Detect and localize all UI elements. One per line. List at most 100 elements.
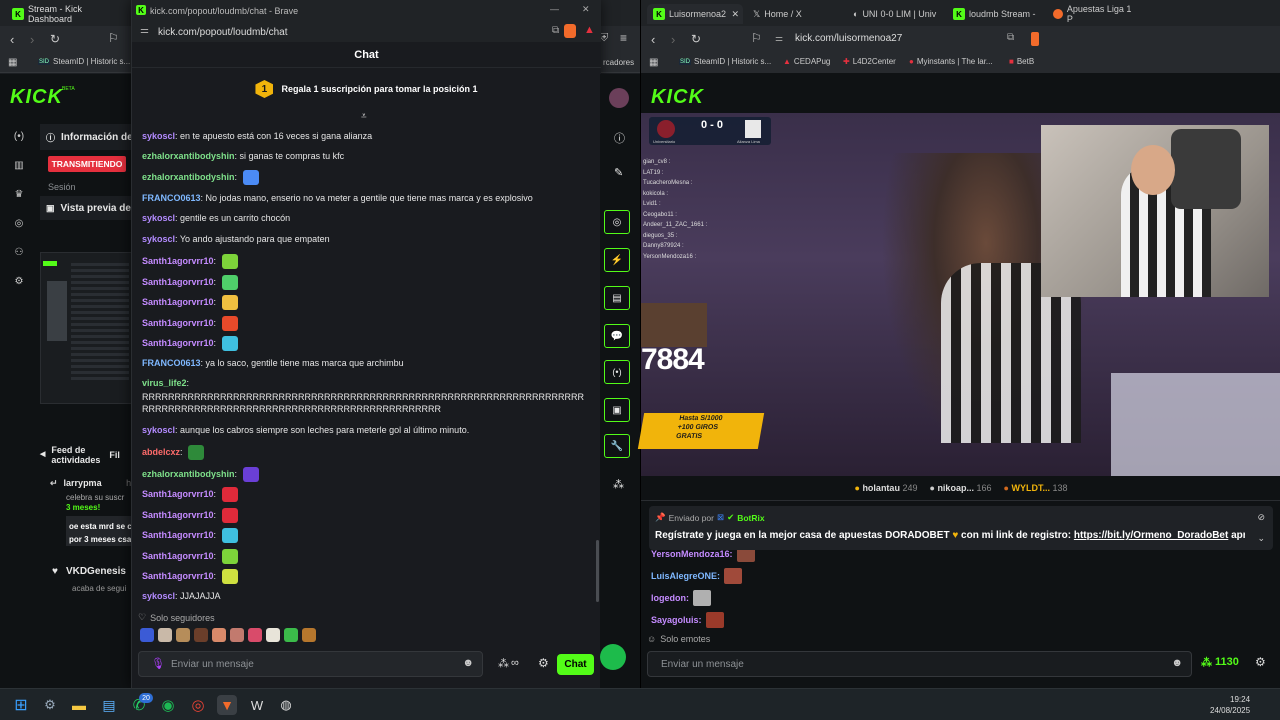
- misc-app-icon[interactable]: ◍: [276, 695, 296, 715]
- chat-username[interactable]: LuisAlegreONE:: [651, 571, 720, 581]
- chat-username[interactable]: sykoscl: [142, 234, 175, 244]
- site-settings-icon[interactable]: ⚌: [140, 25, 149, 36]
- chat-username[interactable]: Santh1agorvrr10: [142, 530, 214, 540]
- minimize-icon[interactable]: —: [550, 4, 559, 14]
- bookmark-icon[interactable]: ⚐: [751, 31, 762, 45]
- expand-pinned-icon[interactable]: ⩡: [361, 111, 367, 122]
- preview-panel[interactable]: ▣ Vista previa del: [40, 196, 135, 220]
- chat-emote-icon[interactable]: [221, 549, 238, 564]
- infinity-icon[interactable]: ∞: [511, 657, 519, 669]
- emote-10-icon[interactable]: [302, 628, 316, 642]
- more-icon[interactable]: ⁂: [613, 478, 624, 491]
- chat-username[interactable]: Santh1agorvrr10: [142, 551, 214, 561]
- activity-feed-filter[interactable]: Fil: [109, 450, 120, 460]
- emote-6-icon[interactable]: [230, 628, 244, 642]
- bookmark-betb[interactable]: ■ BetB: [1009, 57, 1034, 66]
- users-icon[interactable]: ⚇: [6, 242, 32, 262]
- collapse-icon[interactable]: ◀: [40, 450, 45, 460]
- chat-settings-icon[interactable]: ⚙: [538, 656, 549, 670]
- channel-points[interactable]: ⁂ 1130: [1201, 656, 1239, 669]
- chat-username[interactable]: Santh1agorvrr10: [142, 277, 214, 287]
- chat-username[interactable]: Santh1agorvrr10: [142, 297, 214, 307]
- brave-shield-icon[interactable]: [1031, 32, 1039, 46]
- settings-app-icon[interactable]: ⚙: [40, 695, 60, 715]
- tab-apuestas[interactable]: Apuestas Liga 1 P: [1047, 4, 1139, 24]
- shortcut-media-icon[interactable]: ▣: [604, 398, 630, 422]
- chat-username[interactable]: FRANCO0613: [142, 193, 201, 203]
- shortcut-doc-icon[interactable]: ▤: [604, 286, 630, 310]
- gifter-2[interactable]: ● nikoap... 166: [929, 483, 991, 493]
- microphone-icon[interactable]: 🎙: [151, 657, 165, 670]
- kick-logo[interactable]: KICK: [651, 86, 704, 109]
- chat-emote-icon[interactable]: [221, 487, 238, 502]
- chat-message-input[interactable]: 🎙 Enviar un mensaje ☻: [138, 651, 483, 677]
- reload-icon[interactable]: ↻: [50, 32, 60, 46]
- chat-emote-icon[interactable]: [221, 254, 238, 269]
- bookmark-trackers[interactable]: rcadores: [603, 58, 634, 67]
- chevron-down-icon[interactable]: ⌄: [1257, 533, 1265, 544]
- shortcut-wrench-icon[interactable]: 🔧: [604, 434, 630, 458]
- chat-username[interactable]: sykoscl: [142, 591, 175, 601]
- chat-username[interactable]: Santh1agorvrr10: [142, 571, 214, 581]
- chat-username[interactable]: sykoscl: [142, 131, 175, 141]
- chrome-icon[interactable]: ◎: [188, 695, 208, 715]
- brave-shield-icon[interactable]: [564, 24, 576, 38]
- back-arrow-icon[interactable]: ‹: [651, 32, 655, 47]
- points-icon[interactable]: ⁂: [498, 657, 509, 670]
- pinned-gift-leaderboard[interactable]: 1 Regala 1 suscripción para tomar la pos…: [132, 68, 601, 110]
- bookmark-l4d2center[interactable]: ✚ L4D2Center: [843, 57, 896, 66]
- apps-grid-icon[interactable]: ▦: [649, 57, 658, 68]
- bookmark-steamid[interactable]: SID SteamID | Historic s...: [38, 57, 130, 66]
- stream-preview-thumbnail[interactable]: [40, 252, 132, 404]
- emote-7-icon[interactable]: [248, 628, 262, 642]
- chat-username[interactable]: sykoscl: [142, 213, 175, 223]
- emote-2-icon[interactable]: [158, 628, 172, 642]
- shortcut-chat-icon[interactable]: 💬: [604, 324, 630, 348]
- tab-dashboard[interactable]: K Stream - Kick Dashboard: [6, 4, 128, 24]
- tab-x[interactable]: 𝕏 Home / X: [747, 4, 839, 24]
- emote-1-icon[interactable]: [140, 628, 154, 642]
- chat-emote-icon[interactable]: [188, 445, 205, 460]
- share-icon[interactable]: ⧉: [1007, 32, 1014, 43]
- spotify-icon[interactable]: ◉: [158, 695, 178, 715]
- chat-username[interactable]: virus_life2: [142, 378, 187, 388]
- hide-pin-icon[interactable]: ⊘: [1257, 512, 1265, 523]
- gifter-1[interactable]: ● holantau 249: [854, 483, 917, 493]
- tab-loudmb[interactable]: Kloudmb Stream -: [947, 4, 1039, 24]
- chat-emote-icon[interactable]: [221, 528, 238, 543]
- chat-username[interactable]: Santh1agorvrr10: [142, 510, 214, 520]
- chat-username[interactable]: ezhalorxantibodyshin: [142, 469, 235, 479]
- chat-username[interactable]: FRANCO0613: [142, 358, 201, 368]
- brave-icon[interactable]: ▼: [217, 695, 237, 715]
- chat-username[interactable]: Santh1agorvrr10: [142, 318, 214, 328]
- back-arrow-icon[interactable]: ‹: [10, 32, 14, 47]
- chat-emote-icon[interactable]: [221, 336, 238, 351]
- forward-arrow-icon[interactable]: ›: [671, 32, 675, 47]
- chat-username[interactable]: ezhalorxantibodyshin: [142, 151, 235, 161]
- chat-username[interactable]: Santh1agorvrr10: [142, 489, 214, 499]
- emote-5-icon[interactable]: [212, 628, 226, 642]
- chat-emote-icon[interactable]: [221, 569, 238, 584]
- analytics-icon[interactable]: ▥: [6, 155, 32, 175]
- chat-emote-icon[interactable]: [693, 590, 711, 606]
- emote-3-icon[interactable]: [176, 628, 190, 642]
- chat-emote-icon[interactable]: [724, 568, 743, 584]
- emoji-icon[interactable]: ☻: [462, 657, 474, 669]
- menu-icon[interactable]: ≡: [620, 31, 627, 45]
- shortcut-broadcast-icon[interactable]: (•): [604, 360, 630, 384]
- chat-emote-icon[interactable]: [221, 295, 238, 310]
- shortcut-bolt-icon[interactable]: ⚡: [604, 248, 630, 272]
- trophy-icon[interactable]: ♛: [6, 184, 32, 204]
- settings-icon[interactable]: ⚙: [6, 271, 32, 291]
- right-chat-input[interactable]: Enviar un mensaje ☻: [647, 651, 1192, 677]
- bot-link[interactable]: https://bit.ly/Ormeno_DoradoBet: [1074, 530, 1228, 541]
- broadcast-icon[interactable]: (•): [6, 126, 32, 146]
- chat-username[interactable]: sykoscl: [142, 425, 175, 435]
- chat-username[interactable]: Santh1agorvrr10: [142, 338, 214, 348]
- bookmark-myinstants[interactable]: ● Myinstants | The lar...: [909, 57, 993, 66]
- close-icon[interactable]: ✕: [582, 4, 590, 15]
- stream-info-panel[interactable]: ⓘ Información de: [40, 124, 135, 150]
- shield-icon[interactable]: ⛨: [600, 32, 608, 45]
- bookmark-steamid[interactable]: SID SteamID | Historic s...: [679, 57, 771, 66]
- right-url[interactable]: kick.com/luisormenoa27: [795, 33, 902, 44]
